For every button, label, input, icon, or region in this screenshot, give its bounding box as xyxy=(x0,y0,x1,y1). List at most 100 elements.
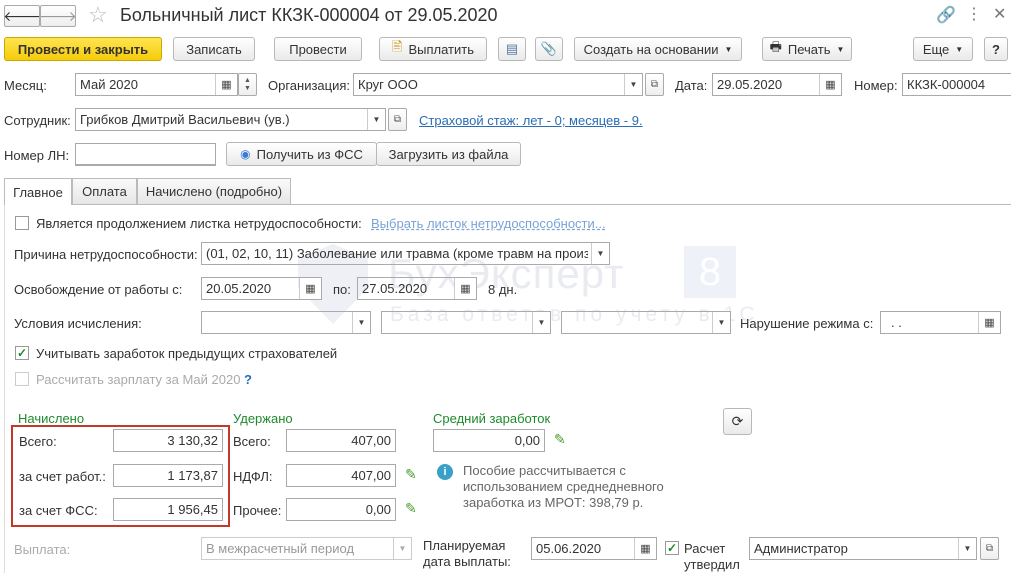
approved-by-field[interactable]: Администратор ▼ xyxy=(749,537,977,560)
post-label: Провести xyxy=(289,41,347,57)
planned-date-label-2: дата выплаты: xyxy=(423,554,511,569)
close-icon[interactable]: ✕ xyxy=(993,4,1006,24)
withheld-other-value: 0,00 xyxy=(365,502,391,517)
chevron-down-icon[interactable]: ▼ xyxy=(532,312,550,333)
withheld-ndfl-label: НДФЛ: xyxy=(233,469,273,484)
withheld-total-label: Всего: xyxy=(233,434,271,449)
chevron-down-icon[interactable]: ▼ xyxy=(712,312,730,333)
condition-field-1[interactable]: ▼ xyxy=(201,311,371,334)
date-value: 29.05.2020 xyxy=(717,77,783,92)
insurance-experience-link[interactable]: Страховой стаж: лет - 0; месяцев - 9. xyxy=(419,113,643,128)
link-icon[interactable]: 🔗 xyxy=(936,5,956,25)
accrued-fss-field[interactable]: 1 956,45 xyxy=(113,498,223,521)
more-button[interactable]: Еще ▼ xyxy=(913,37,973,61)
payment-label: Выплата: xyxy=(14,542,71,557)
chevron-down-icon[interactable]: ▼ xyxy=(352,312,370,333)
approved-label-2: утвердил xyxy=(684,557,740,572)
accrued-total-field[interactable]: 3 130,32 xyxy=(113,429,223,452)
back-button[interactable]: 🡐 xyxy=(3,5,41,27)
post-button[interactable]: Провести xyxy=(274,37,362,61)
release-to-field[interactable]: 27.05.2020 ▦ xyxy=(357,277,477,300)
reason-label: Причина нетрудоспособности: xyxy=(14,247,198,262)
chevron-down-icon[interactable]: ▼ xyxy=(393,538,411,559)
continuation-checkbox[interactable] xyxy=(15,216,29,230)
attach-button[interactable]: 📎 xyxy=(535,37,563,61)
accrued-fss-label: за счет ФСС: xyxy=(19,503,98,518)
date-field[interactable]: 29.05.2020 ▦ xyxy=(712,73,842,96)
open-employee-button[interactable]: ⧉ xyxy=(388,108,407,131)
post-and-close-button[interactable]: Провести и закрыть xyxy=(4,37,162,61)
calendar-icon[interactable]: ▦ xyxy=(819,74,841,95)
print-button[interactable]: 🖶 Печать ▼ xyxy=(762,37,852,61)
employee-field[interactable]: Грибков Дмитрий Васильевич (ув.) ▼ xyxy=(75,108,386,131)
withheld-other-field[interactable]: 0,00 xyxy=(286,498,396,521)
chevron-down-icon[interactable]: ▼ xyxy=(591,243,609,264)
create-based-button[interactable]: Создать на основании ▼ xyxy=(574,37,742,61)
edit-other-pencil-icon[interactable]: ✎ xyxy=(405,500,417,517)
choose-sick-leave-link[interactable]: Выбрать листок нетрудоспособности... xyxy=(371,216,606,231)
chevron-down-icon[interactable]: ▼ xyxy=(624,74,642,95)
tab-main-label: Главное xyxy=(13,184,63,200)
load-from-file-button[interactable]: Загрузить из файла xyxy=(376,142,521,166)
month-field[interactable]: Май 2020 ▦ xyxy=(75,73,238,96)
number-label: Номер: xyxy=(854,78,898,93)
chevron-down-icon: ▼ xyxy=(836,44,845,54)
favorite-star-icon[interactable]: ☆ xyxy=(88,2,108,28)
release-from-field[interactable]: 20.05.2020 ▦ xyxy=(201,277,322,300)
open-organization-button[interactable]: ⧉ xyxy=(645,73,664,96)
tab-main[interactable]: Главное xyxy=(4,178,72,205)
month-spinner[interactable]: ▲ ▼ xyxy=(238,73,257,96)
release-from-label: Освобождение от работы с: xyxy=(14,282,183,297)
pay-button[interactable]: 🖹 Выплатить xyxy=(379,37,487,61)
calendar-icon[interactable]: ▦ xyxy=(978,312,1000,333)
calendar-icon[interactable]: ▦ xyxy=(299,278,321,299)
reason-field[interactable]: (01, 02, 10, 11) Заболевание или травма … xyxy=(201,242,610,265)
more-menu-icon[interactable]: ⋮ xyxy=(966,4,982,24)
tab-payment[interactable]: Оплата xyxy=(72,178,137,204)
edit-avg-pencil-icon[interactable]: ✎ xyxy=(554,431,566,448)
calendar-icon[interactable]: ▦ xyxy=(634,538,656,559)
violation-date-field[interactable]: . . ▦ xyxy=(880,311,1001,334)
save-button[interactable]: Записать xyxy=(173,37,255,61)
calc-salary-help[interactable]: ? xyxy=(244,372,252,387)
condition-field-2[interactable]: ▼ xyxy=(381,311,551,334)
accrued-total-label: Всего: xyxy=(19,434,57,449)
post-and-close-label: Провести и закрыть xyxy=(17,41,149,57)
payment-field[interactable]: В межрасчетный период ▼ xyxy=(201,537,412,560)
ln-number-field[interactable] xyxy=(75,143,216,166)
reason-value: (01, 02, 10, 11) Заболевание или травма … xyxy=(206,246,588,261)
chevron-down-icon[interactable]: ▼ xyxy=(958,538,976,559)
forward-button[interactable]: 🡒 xyxy=(39,5,77,27)
tab-accrued-detailed[interactable]: Начислено (подробно) xyxy=(137,178,291,204)
get-from-fss-button[interactable]: ◉ Получить из ФСС xyxy=(226,142,377,166)
planned-date-field[interactable]: 05.06.2020 ▦ xyxy=(531,537,657,560)
info-icon: i xyxy=(437,464,453,480)
withheld-ndfl-field[interactable]: 407,00 xyxy=(286,464,396,487)
calc-salary-checkbox[interactable] xyxy=(15,372,29,386)
edit-ndfl-pencil-icon[interactable]: ✎ xyxy=(405,466,417,483)
month-value: Май 2020 xyxy=(80,77,138,92)
approved-checkbox[interactable]: ✓ xyxy=(665,541,679,555)
conditions-label: Условия исчисления: xyxy=(14,316,142,331)
refresh-button[interactable]: ⟳ xyxy=(723,408,752,435)
open-approver-button[interactable]: ⧉ xyxy=(980,537,999,560)
help-button[interactable]: ? xyxy=(984,37,1008,61)
accrued-total-value: 3 130,32 xyxy=(167,433,218,448)
number-field[interactable]: ККЗК-000004 xyxy=(902,73,1011,96)
release-to-label: по: xyxy=(333,282,351,297)
condition-field-3[interactable]: ▼ xyxy=(561,311,731,334)
withheld-total-field[interactable]: 407,00 xyxy=(286,429,396,452)
organization-field[interactable]: Круг ООО ▼ xyxy=(353,73,643,96)
prev-insurers-checkbox[interactable]: ✓ xyxy=(15,346,29,360)
calendar-icon[interactable]: ▦ xyxy=(215,74,237,95)
accrued-employer-field[interactable]: 1 173,87 xyxy=(113,464,223,487)
watermark-number: 8 xyxy=(684,246,736,298)
avg-earnings-field[interactable]: 0,00 xyxy=(433,429,545,452)
employee-value: Грибков Дмитрий Васильевич (ув.) xyxy=(80,112,290,127)
chevron-down-icon[interactable]: ▼ xyxy=(367,109,385,130)
tab-accrued-detailed-label: Начислено (подробно) xyxy=(145,184,283,199)
save-label: Записать xyxy=(186,41,242,57)
calendar-icon[interactable]: ▦ xyxy=(454,278,476,299)
list-button[interactable]: ▤ xyxy=(498,37,526,61)
planned-date-label-1: Планируемая xyxy=(423,538,506,553)
